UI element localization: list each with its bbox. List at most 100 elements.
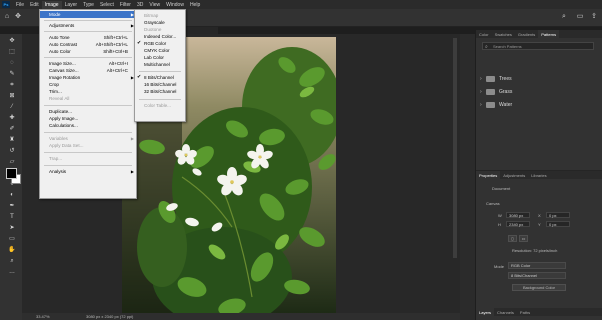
y-field[interactable]: 0 px <box>546 221 570 227</box>
right-panel-dock: Color Swatches Gradients Patterns ⌕ Sear… <box>476 30 602 320</box>
history-brush-icon[interactable]: ↺ <box>8 147 16 155</box>
frame-icon[interactable]: ⊠ <box>8 92 16 100</box>
move-icon[interactable]: ✥ <box>8 37 16 45</box>
tab-paths[interactable]: Paths <box>517 308 533 316</box>
height-field[interactable]: 2340 px <box>506 221 530 227</box>
menu-3d[interactable]: 3D <box>134 1 146 9</box>
dodge-icon[interactable]: ◐ <box>8 191 16 199</box>
mode-rgb-color[interactable]: ✔ RGB Color <box>135 40 185 47</box>
mode-cmyk-color[interactable]: CMYK Color <box>135 47 185 54</box>
canvas-section-label[interactable]: Canvas <box>486 201 500 206</box>
mode-lab-color[interactable]: Lab Color <box>135 54 185 61</box>
menu-layer[interactable]: Layer <box>62 1 81 9</box>
menu-item-label: Auto Contrast <box>49 42 78 47</box>
zoom-icon[interactable]: ⌕ <box>8 257 16 265</box>
clone-stamp-icon[interactable]: ♜ <box>8 136 16 144</box>
eraser-icon[interactable]: ▱ <box>8 158 16 166</box>
menu-item-label: 8 Bits/Channel <box>144 75 174 80</box>
menu-item-auto-contrast[interactable]: Auto Contrast Alt+Shift+Ctrl+L <box>40 41 136 48</box>
menu-type[interactable]: Type <box>80 1 97 9</box>
share-icon[interactable]: ⇪ <box>590 13 598 21</box>
path-select-icon[interactable]: ➤ <box>8 224 16 232</box>
menu-item-label: Color Table... <box>144 103 171 108</box>
tab-libraries[interactable]: Libraries <box>528 171 549 179</box>
mode-8-bits[interactable]: ✔ 8 Bits/Channel <box>135 74 185 81</box>
menu-item-reveal-all: Reveal All <box>40 95 136 102</box>
orientation-portrait-button[interactable]: ▯ <box>508 235 517 242</box>
tab-gradients[interactable]: Gradients <box>515 30 538 38</box>
menu-select[interactable]: Select <box>97 1 117 9</box>
menu-item-image-size[interactable]: Image Size... Alt+Ctrl+I <box>40 60 136 67</box>
menu-item-crop[interactable]: Crop <box>40 81 136 88</box>
marquee-icon[interactable]: ⬚ <box>8 48 16 56</box>
menu-item-trim[interactable]: Trim... <box>40 88 136 95</box>
menu-separator <box>139 99 181 100</box>
menu-filter[interactable]: Filter <box>117 1 134 9</box>
menu-item-label: Auto Color <box>49 49 71 54</box>
menu-item-label: Reveal All <box>49 96 70 101</box>
fill-background-button[interactable]: Background Color <box>512 284 566 291</box>
menu-view[interactable]: View <box>146 1 163 9</box>
menu-item-image-rotation[interactable]: Image Rotation ▶ <box>40 74 136 81</box>
orientation-landscape-button[interactable]: ▭ <box>519 235 528 242</box>
mode-16-bits[interactable]: 16 Bits/Channel <box>135 81 185 88</box>
menu-separator <box>44 165 132 166</box>
home-icon[interactable]: ⌂ <box>3 13 11 21</box>
x-field[interactable]: 0 px <box>546 212 570 218</box>
move-tool-icon[interactable]: ✥ <box>14 13 22 21</box>
type-icon[interactable]: T <box>8 213 16 221</box>
menu-item-analysis[interactable]: Analysis ▶ <box>40 168 136 175</box>
hand-icon[interactable]: ✋ <box>8 246 16 254</box>
width-label: W <box>498 213 502 218</box>
quick-select-icon[interactable]: ✎ <box>8 70 16 78</box>
rectangle-icon[interactable]: ▭ <box>8 235 16 243</box>
canvas-scrollbar[interactable] <box>453 38 457 258</box>
menu-help[interactable]: Help <box>187 1 203 9</box>
pen-icon[interactable]: ✒ <box>8 202 16 210</box>
mode-indexed-color[interactable]: Indexed Color... <box>135 33 185 40</box>
tab-patterns[interactable]: Patterns <box>538 30 560 38</box>
bit-depth-select[interactable]: 8 Bits/Channel <box>508 272 566 279</box>
mode-duotone: Duotone <box>135 26 185 33</box>
menu-item-duplicate[interactable]: Duplicate... <box>40 108 136 115</box>
menu-item-mode[interactable]: Mode ▶ <box>40 11 136 18</box>
mode-32-bits[interactable]: 32 Bits/Channel <box>135 88 185 95</box>
menu-item-adjustments[interactable]: Adjustments ▶ <box>40 22 136 29</box>
patterns-search-input[interactable]: ⌕ Search Patterns <box>482 42 594 50</box>
menu-file[interactable]: File <box>13 1 27 9</box>
menu-item-auto-tone[interactable]: Auto Tone Shift+Ctrl+L <box>40 34 136 41</box>
pattern-folder-water[interactable]: › Water <box>480 100 512 110</box>
search-placeholder: Search Patterns <box>493 44 522 49</box>
more-tools-icon[interactable]: … <box>8 268 16 276</box>
lasso-icon[interactable]: ◌ <box>8 59 16 67</box>
menu-item-auto-color[interactable]: Auto Color Shift+Ctrl+B <box>40 48 136 55</box>
pattern-folder-grass[interactable]: › Grass <box>480 87 512 97</box>
search-icon[interactable]: ⌕ <box>560 13 568 21</box>
workspace-icon[interactable]: ▭ <box>576 13 584 21</box>
eyedropper-icon[interactable]: ⁄ <box>8 103 16 111</box>
menu-item-apply-image[interactable]: Apply Image... <box>40 115 136 122</box>
mode-grayscale[interactable]: Grayscale <box>135 19 185 26</box>
menu-window[interactable]: Window <box>163 1 187 9</box>
crop-icon[interactable]: ⌗ <box>8 81 16 89</box>
tab-color[interactable]: Color <box>476 30 492 38</box>
menu-item-canvas-size[interactable]: Canvas Size... Alt+Ctrl+C <box>40 67 136 74</box>
menu-edit[interactable]: Edit <box>27 1 42 9</box>
healing-brush-icon[interactable]: ✚ <box>8 114 16 122</box>
tab-channels[interactable]: Channels <box>494 308 517 316</box>
foreground-color-swatch[interactable] <box>6 168 17 179</box>
zoom-level[interactable]: 33.47% <box>36 314 50 319</box>
menu-item-calculations[interactable]: Calculations... <box>40 122 136 129</box>
menu-image[interactable]: Image <box>41 0 62 9</box>
panel-icon-strip <box>460 34 475 320</box>
mode-multichannel[interactable]: Multichannel <box>135 61 185 68</box>
brush-icon[interactable]: ✐ <box>8 125 16 133</box>
tab-adjustments[interactable]: Adjustments <box>500 171 528 179</box>
width-field[interactable]: 3080 px <box>506 212 530 218</box>
pattern-folder-trees[interactable]: › Trees <box>480 74 512 84</box>
tab-layers[interactable]: Layers <box>476 308 495 316</box>
mode-select[interactable]: RGB Color <box>508 262 566 269</box>
tab-properties[interactable]: Properties <box>476 171 501 179</box>
tab-swatches[interactable]: Swatches <box>492 30 515 38</box>
y-label: Y <box>538 222 541 227</box>
